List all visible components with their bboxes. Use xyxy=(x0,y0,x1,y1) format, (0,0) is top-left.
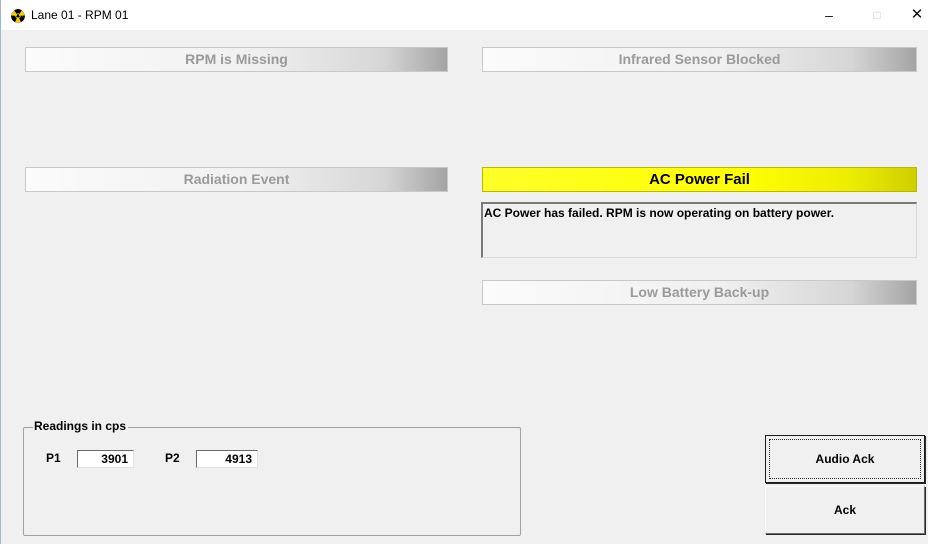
ack-label: Ack xyxy=(833,503,856,517)
title-bar[interactable]: Lane 01 - RPM 01 – □ ✕ xyxy=(1,0,928,30)
ack-button[interactable]: Ack xyxy=(765,486,925,534)
rpm-missing-indicator: RPM is Missing xyxy=(25,47,448,72)
minimize-button[interactable]: – xyxy=(809,0,849,30)
p2-value-field: 4913 xyxy=(196,450,258,468)
maximize-button[interactable]: □ xyxy=(857,0,897,30)
window-title: Lane 01 - RPM 01 xyxy=(31,8,129,22)
infrared-sensor-blocked-indicator: Infrared Sensor Blocked xyxy=(482,47,917,72)
focus-rectangle xyxy=(769,439,921,479)
ac-power-fail-indicator: AC Power Fail xyxy=(482,167,917,192)
app-window: Lane 01 - RPM 01 – □ ✕ RPM is Missing In… xyxy=(0,0,928,544)
close-button[interactable]: ✕ xyxy=(897,0,928,30)
low-battery-backup-indicator: Low Battery Back-up xyxy=(482,280,917,305)
p1-label: P1 xyxy=(46,451,61,465)
radiation-icon xyxy=(11,9,25,23)
radiation-event-indicator: Radiation Event xyxy=(25,167,448,192)
audio-ack-button[interactable]: Audio Ack xyxy=(765,435,925,483)
alarm-message-text: AC Power has failed. RPM is now operatin… xyxy=(484,206,835,220)
alarm-message-box: AC Power has failed. RPM is now operatin… xyxy=(481,202,917,258)
readings-title: Readings in cps xyxy=(33,419,129,433)
p2-label: P2 xyxy=(165,451,180,465)
readings-groupbox: Readings in cps P1 3901 P2 4913 xyxy=(23,419,521,536)
p1-value-field: 3901 xyxy=(77,450,134,468)
